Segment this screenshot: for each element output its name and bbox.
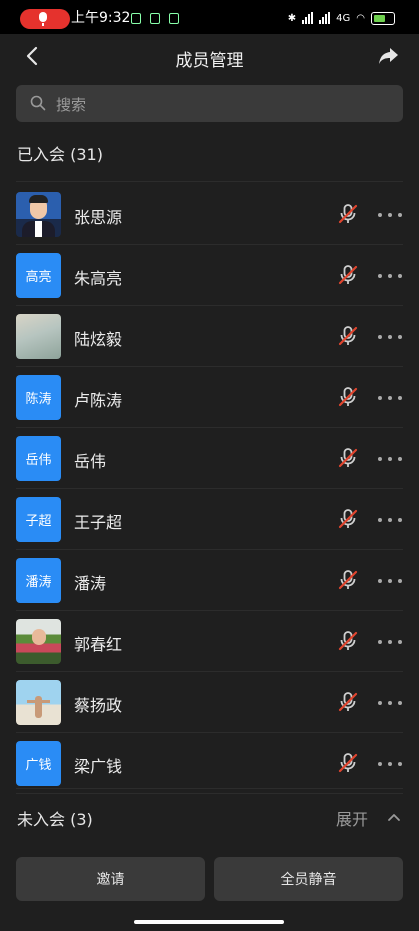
network-type: 4G bbox=[336, 12, 351, 24]
avatar: 岳伟 bbox=[16, 436, 61, 481]
signal-icon bbox=[302, 12, 314, 24]
more-options-icon[interactable] bbox=[378, 570, 402, 592]
nav-header: 成员管理 bbox=[0, 34, 419, 80]
status-bar: 上午9:32 ✱ 4G ◠ bbox=[0, 0, 419, 34]
avatar: 子超 bbox=[16, 497, 61, 542]
status-icons: ✱ 4G ◠ bbox=[288, 11, 395, 25]
mic-muted-icon[interactable] bbox=[337, 264, 359, 286]
expand-button[interactable]: 展开 bbox=[336, 806, 368, 830]
notification-app-icon bbox=[169, 13, 179, 24]
avatar: 潘涛 bbox=[16, 558, 61, 603]
divider bbox=[16, 788, 403, 789]
more-options-icon[interactable] bbox=[378, 326, 402, 348]
avatar bbox=[16, 619, 61, 664]
home-indicator[interactable] bbox=[134, 920, 284, 924]
avatar bbox=[16, 680, 61, 725]
more-options-icon[interactable] bbox=[378, 631, 402, 653]
mic-muted-icon[interactable] bbox=[337, 691, 359, 713]
mic-muted-icon[interactable] bbox=[337, 386, 359, 408]
avatar bbox=[16, 192, 61, 237]
wifi-icon: ◠ bbox=[356, 12, 365, 24]
more-options-icon[interactable] bbox=[378, 204, 402, 226]
joined-section-title: 已入会 (31) bbox=[17, 145, 103, 164]
member-row[interactable]: 潘涛 潘涛 bbox=[0, 550, 419, 611]
member-name: 王子超 bbox=[74, 513, 123, 532]
member-name: 梁广钱 bbox=[74, 757, 123, 776]
member-name: 朱高亮 bbox=[74, 269, 123, 288]
more-options-icon[interactable] bbox=[378, 509, 402, 531]
more-options-icon[interactable] bbox=[378, 387, 402, 409]
more-options-icon[interactable] bbox=[378, 448, 402, 470]
notification-app-icon bbox=[131, 13, 141, 24]
more-options-icon[interactable] bbox=[378, 753, 402, 775]
notification-app-icon bbox=[150, 13, 160, 24]
share-icon[interactable] bbox=[377, 45, 399, 67]
mic-muted-icon[interactable] bbox=[337, 508, 359, 530]
member-row[interactable]: 岳伟 岳伟 bbox=[0, 428, 419, 489]
search-bar[interactable] bbox=[16, 85, 403, 124]
member-name: 卢陈涛 bbox=[74, 391, 123, 410]
member-name: 潘涛 bbox=[74, 574, 107, 593]
more-options-icon[interactable] bbox=[378, 692, 402, 714]
member-row[interactable]: 陈涛 卢陈涛 bbox=[0, 367, 419, 428]
signal-icon bbox=[319, 12, 331, 24]
member-name: 郭春红 bbox=[74, 635, 123, 654]
member-name: 张思源 bbox=[74, 208, 123, 227]
avatar: 广钱 bbox=[16, 741, 61, 786]
bluetooth-icon: ✱ bbox=[287, 12, 297, 24]
not-joined-section-title: 未入会 (3) bbox=[17, 810, 93, 829]
row-divider bbox=[16, 793, 403, 794]
member-name: 陆炫毅 bbox=[74, 330, 123, 349]
mic-muted-icon[interactable] bbox=[337, 325, 359, 347]
member-row[interactable]: 陆炫毅 bbox=[0, 306, 419, 367]
avatar: 陈涛 bbox=[16, 375, 61, 420]
member-name: 蔡扬政 bbox=[74, 696, 123, 715]
mute-all-button[interactable]: 全员静音 bbox=[214, 857, 403, 901]
mic-muted-icon[interactable] bbox=[337, 752, 359, 774]
mic-muted-icon[interactable] bbox=[337, 447, 359, 469]
member-row[interactable]: 张思源 bbox=[0, 184, 419, 245]
microphone-icon bbox=[39, 12, 47, 26]
chevron-up-icon[interactable] bbox=[386, 809, 402, 825]
status-time: 上午9:32 bbox=[71, 10, 131, 26]
member-name: 岳伟 bbox=[74, 452, 107, 471]
member-row[interactable]: 广钱 梁广钱 bbox=[0, 733, 419, 794]
more-options-icon[interactable] bbox=[378, 265, 402, 287]
member-row[interactable]: 郭春红 bbox=[0, 611, 419, 672]
divider bbox=[16, 181, 403, 182]
recording-indicator[interactable] bbox=[20, 9, 70, 29]
invite-button[interactable]: 邀请 bbox=[16, 857, 205, 901]
mic-muted-icon[interactable] bbox=[337, 203, 359, 225]
mic-muted-icon[interactable] bbox=[337, 630, 359, 652]
page-title: 成员管理 bbox=[175, 51, 244, 71]
battery-icon bbox=[371, 11, 395, 25]
avatar: 高亮 bbox=[16, 253, 61, 298]
member-row[interactable]: 子超 王子超 bbox=[0, 489, 419, 550]
member-row[interactable]: 蔡扬政 bbox=[0, 672, 419, 733]
mic-muted-icon[interactable] bbox=[337, 569, 359, 591]
avatar bbox=[16, 314, 61, 359]
search-icon bbox=[30, 95, 46, 111]
search-input[interactable] bbox=[54, 85, 388, 124]
member-row[interactable]: 高亮 朱高亮 bbox=[0, 245, 419, 306]
